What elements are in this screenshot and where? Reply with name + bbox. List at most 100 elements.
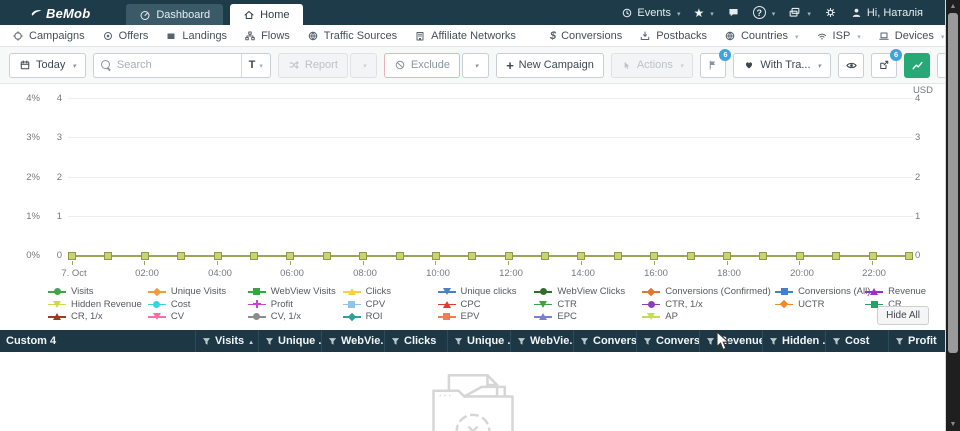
new-campaign-button[interactable]: New Campaign <box>496 53 604 78</box>
column-header-hidden-revenue[interactable]: Hidden ... <box>762 330 825 352</box>
filter-funnel-icon[interactable] <box>643 337 652 346</box>
data-point-marker[interactable] <box>177 252 185 260</box>
data-point-marker[interactable] <box>723 252 731 260</box>
column-header-visits[interactable]: Visits <box>195 330 258 352</box>
nav-item-isp[interactable]: ISP <box>816 30 861 42</box>
nav-item-landings[interactable]: Landings <box>165 30 227 42</box>
report-dropdown-button[interactable] <box>350 53 377 78</box>
bemob-logo[interactable]: BeMob <box>30 6 90 21</box>
legend-item[interactable]: CV <box>148 311 248 322</box>
settings-button[interactable] <box>824 6 837 19</box>
legend-item[interactable]: Visits <box>48 286 148 297</box>
columns-visibility-button[interactable] <box>838 53 864 78</box>
table-settings-button[interactable] <box>937 53 946 78</box>
filter-funnel-icon[interactable] <box>706 337 715 346</box>
filter-funnel-icon[interactable] <box>517 337 526 346</box>
legend-item[interactable]: Profit <box>248 299 343 310</box>
data-point-marker[interactable] <box>214 252 222 260</box>
search-input[interactable] <box>112 59 241 71</box>
user-menu[interactable]: Hi, Наталія <box>850 6 923 19</box>
tab-dashboard[interactable]: Dashboard <box>126 4 223 25</box>
help-menu[interactable]: ? <box>753 6 776 19</box>
data-point-marker[interactable] <box>759 252 767 260</box>
actions-button[interactable]: Actions <box>611 53 694 78</box>
legend-item[interactable]: AP <box>642 311 775 322</box>
report-button[interactable]: Report <box>278 53 348 78</box>
scrollbar-thumb[interactable] <box>948 13 958 353</box>
legend-item[interactable]: ROI <box>343 311 438 322</box>
filter-funnel-icon[interactable] <box>265 337 274 346</box>
scroll-down-arrow-icon[interactable]: ▼ <box>946 418 960 431</box>
legend-item[interactable]: EPV <box>438 311 535 322</box>
data-point-marker[interactable] <box>286 252 294 260</box>
data-point-marker[interactable] <box>104 252 112 260</box>
filter-funnel-icon[interactable] <box>328 337 337 346</box>
data-point-marker[interactable] <box>141 252 149 260</box>
column-header-conversions-all[interactable]: Convers... <box>636 330 699 352</box>
nav-item-affiliate-networks[interactable]: Affiliate Networks <box>414 30 516 42</box>
scroll-up-arrow-icon[interactable]: ▲ <box>946 0 960 13</box>
filter-funnel-icon[interactable] <box>391 337 400 346</box>
favorites-menu[interactable] <box>694 6 714 20</box>
nav-item-postbacks[interactable]: Postbacks <box>639 30 707 42</box>
legend-item[interactable]: Conversions (All) <box>775 286 865 297</box>
nav-item-devices[interactable]: Devices <box>878 30 945 42</box>
data-point-marker[interactable] <box>577 252 585 260</box>
filter-funnel-icon[interactable] <box>832 337 841 346</box>
data-point-marker[interactable] <box>68 252 76 260</box>
legend-item[interactable]: Unique Visits <box>148 286 248 297</box>
exclude-dropdown-button[interactable] <box>462 53 489 78</box>
column-header-clicks[interactable]: Clicks <box>384 330 447 352</box>
legend-item[interactable]: CTR, 1/x <box>642 299 775 310</box>
share-export-button[interactable]: 6 <box>871 53 897 78</box>
exclude-button[interactable]: Exclude <box>384 53 460 78</box>
legend-item[interactable]: Revenue <box>865 286 945 297</box>
legend-item[interactable]: CTR <box>534 299 642 310</box>
data-point-marker[interactable] <box>323 252 331 260</box>
nav-item-countries[interactable]: Countries <box>724 30 799 42</box>
legend-item[interactable]: Conversions (Confirmed) <box>642 286 775 297</box>
legend-item[interactable]: WebView Visits <box>248 286 343 297</box>
column-header-revenue[interactable]: Revenue <box>699 330 762 352</box>
filter-funnel-icon[interactable] <box>454 337 463 346</box>
nav-item-conversions[interactable]: Conversions <box>550 30 622 42</box>
data-point-marker[interactable] <box>359 252 367 260</box>
data-point-marker[interactable] <box>541 252 549 260</box>
data-point-marker[interactable] <box>396 252 404 260</box>
hide-all-button[interactable]: Hide All <box>877 306 929 325</box>
nav-item-traffic-sources[interactable]: Traffic Sources <box>307 30 397 42</box>
column-header-webview-clicks[interactable]: WebVie... <box>510 330 573 352</box>
flags-button[interactable]: 6 <box>700 53 726 78</box>
data-point-marker[interactable] <box>869 252 877 260</box>
legend-item[interactable]: CR, 1/x <box>48 311 148 322</box>
nav-item-campaigns[interactable]: Campaigns <box>12 30 85 42</box>
traffic-filter-dropdown[interactable]: With Tra... <box>733 53 831 78</box>
column-header-unique-visits[interactable]: Unique ... <box>258 330 321 352</box>
data-point-marker[interactable] <box>687 252 695 260</box>
data-point-marker[interactable] <box>432 252 440 260</box>
legend-item[interactable]: Cost <box>148 299 248 310</box>
column-header-webview-visits[interactable]: WebVie... <box>321 330 384 352</box>
legend-item[interactable]: Clicks <box>343 286 438 297</box>
legend-item[interactable]: Hidden Revenue <box>48 299 148 310</box>
legend-item[interactable]: EPC <box>534 311 642 322</box>
data-point-marker[interactable] <box>796 252 804 260</box>
legend-item[interactable]: CV, 1/x <box>248 311 343 322</box>
data-point-marker[interactable] <box>468 252 476 260</box>
column-header-custom-4[interactable]: Custom 4 <box>0 330 195 352</box>
data-point-marker[interactable] <box>250 252 258 260</box>
vertical-scrollbar[interactable]: ▲ ▼ <box>946 0 960 431</box>
legend-item[interactable]: UCTR <box>775 299 865 310</box>
filter-funnel-icon[interactable] <box>580 337 589 346</box>
column-header-cost[interactable]: Cost <box>825 330 888 352</box>
column-header-unique-clicks[interactable]: Unique ... <box>447 330 510 352</box>
filter-funnel-icon[interactable] <box>769 337 778 346</box>
legend-item[interactable]: CPC <box>438 299 535 310</box>
filter-funnel-icon[interactable] <box>202 337 211 346</box>
tab-home[interactable]: Home <box>230 4 302 25</box>
filter-funnel-icon[interactable] <box>895 337 904 346</box>
search-type-dropdown[interactable]: T <box>241 54 270 77</box>
data-point-marker[interactable] <box>650 252 658 260</box>
data-point-marker[interactable] <box>905 252 913 260</box>
chart-toggle-button[interactable] <box>904 53 930 78</box>
